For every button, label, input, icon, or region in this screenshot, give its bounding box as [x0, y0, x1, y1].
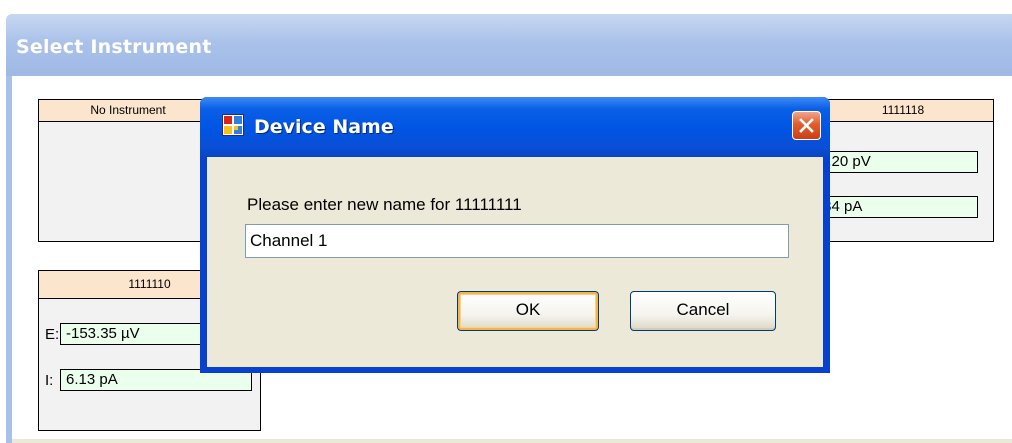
window-icon: [222, 114, 244, 136]
dialog-titlebar[interactable]: Device Name: [200, 97, 830, 157]
ok-button[interactable]: OK: [457, 291, 599, 331]
i-value-field: .34 pA: [813, 196, 978, 218]
e-value-field: 3.20 pV: [813, 151, 978, 173]
e-value-field: -153.35 µV: [60, 323, 220, 345]
dialog-prompt: Please enter new name for 11111111: [247, 195, 522, 214]
select-instrument-window: Select Instrument No Instrument 1111118 …: [0, 0, 1012, 443]
main-window-title: Select Instrument: [16, 36, 212, 58]
dialog-title: Device Name: [254, 116, 394, 138]
device-name-input[interactable]: [245, 224, 789, 258]
e-label: E:: [45, 326, 60, 343]
panel-header: No Instrument: [39, 100, 217, 122]
close-button[interactable]: [792, 111, 821, 140]
instrument-panel-1111118[interactable]: 1111118 3.20 pV .34 pA: [812, 99, 994, 242]
instrument-panel-none[interactable]: No Instrument: [38, 99, 218, 242]
cancel-button[interactable]: Cancel: [630, 291, 776, 331]
dialog-body: Please enter new name for 11111111 OK Ca…: [207, 157, 823, 367]
close-icon: [799, 118, 814, 133]
i-label: I:: [45, 372, 54, 389]
panel-header: 1111118: [813, 100, 993, 122]
main-titlebar[interactable]: Select Instrument: [6, 14, 1012, 76]
main-window-bottom-edge: [12, 439, 1012, 443]
device-name-dialog: Device Name Please enter new name for 11…: [200, 97, 830, 373]
